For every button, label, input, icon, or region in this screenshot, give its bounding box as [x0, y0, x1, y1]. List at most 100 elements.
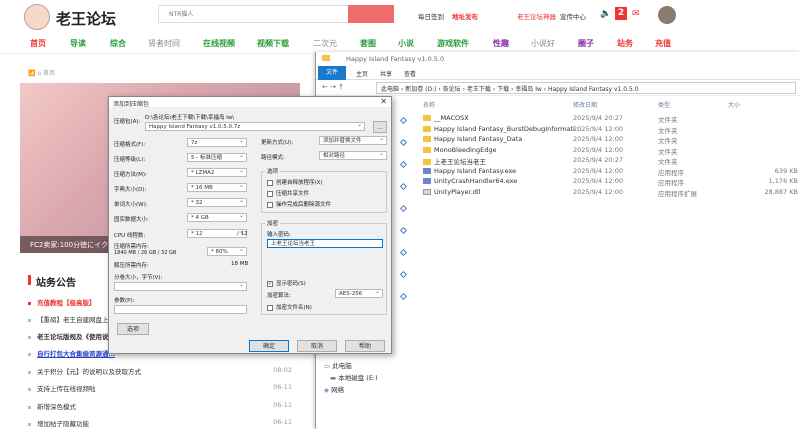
tab-file[interactable]: 文件 — [318, 66, 346, 80]
pin-icon[interactable] — [399, 270, 408, 279]
file-date: 2025/9/4 20:27 — [573, 156, 623, 164]
avatar[interactable] — [658, 6, 676, 24]
shared-checkbox[interactable]: 压缩共享文件 — [267, 189, 309, 197]
mem-pct-select[interactable]: * 80% — [207, 246, 247, 256]
pin-icon[interactable] — [399, 116, 408, 125]
address-link[interactable]: 地址发布 — [452, 11, 478, 21]
file-row[interactable]: __MACOSX 2025/9/4 20:27 文件夹 — [421, 114, 800, 125]
tree-item-disk-e[interactable]: ▬ 本地磁盘 (E:) — [324, 372, 414, 384]
search-button[interactable] — [348, 5, 394, 23]
news-item[interactable]: 增加帖子隐藏功能 06-11 — [28, 418, 292, 428]
checkin-link[interactable]: 每日签到 — [418, 11, 444, 21]
news-item[interactable]: 关于积分【元】的说明以及获取方式 08-02 — [28, 366, 292, 376]
file-row[interactable]: 上老王论坛当老王 2025/9/4 20:27 文件夹 — [421, 156, 800, 167]
file-date: 2025/9/4 12:00 — [573, 124, 623, 133]
promo-link[interactable]: 宣传中心 — [560, 11, 586, 21]
nav-general[interactable]: 综合 — [110, 38, 126, 49]
file-size: 639 KB — [774, 166, 798, 175]
col-size[interactable]: 大小 — [728, 100, 740, 109]
nav-recharge[interactable]: 充值 — [655, 38, 671, 49]
news-item[interactable]: 支持上传在线视频啦 06-11 — [28, 383, 292, 393]
options-button[interactable]: 选项 — [117, 323, 149, 335]
mail-icon[interactable]: ✉ — [632, 9, 640, 19]
nav-arrows-icon[interactable]: ← → ↑ — [322, 83, 344, 91]
field-select[interactable]: 7z — [187, 137, 247, 147]
nav-games[interactable]: 游戏软件 — [437, 38, 469, 49]
nav-novels[interactable]: 小说 — [398, 38, 414, 49]
logo-icon[interactable] — [24, 4, 50, 30]
pc-icon: ▭ — [324, 362, 333, 370]
tab-view[interactable]: 查看 — [404, 69, 416, 78]
tab-share[interactable]: 共享 — [380, 69, 392, 78]
encrypt-names-checkbox[interactable]: 加密文件名(N) — [267, 303, 312, 311]
col-date[interactable]: 修改日期 — [573, 100, 597, 109]
help-button[interactable]: 帮助 — [345, 340, 385, 352]
split-select[interactable] — [114, 281, 247, 291]
file-row[interactable]: UnityCrashHandler64.exe 2025/9/4 12:00 应用程… — [421, 177, 800, 188]
cancel-button[interactable]: 取消 — [297, 340, 337, 352]
field-select[interactable]: * 16 MB — [187, 182, 247, 192]
nav-video-download[interactable]: 视频下载 — [257, 38, 289, 49]
nav-home[interactable]: 首页 — [30, 38, 46, 49]
speaker-icon[interactable]: 🔈 — [600, 9, 611, 19]
file-type: 应用程序 — [658, 179, 684, 187]
pin-icon[interactable] — [399, 182, 408, 191]
sfx-checkbox[interactable]: 创建自释放程序(X) — [267, 178, 323, 186]
address-bar[interactable]: 此电脑 › 新加卷 (D:) › 各论坛 › 老王下载 › 下载 › 幸福岛 l… — [376, 82, 796, 94]
field-select[interactable]: 5 - 标准压缩 — [187, 152, 247, 162]
field-select[interactable]: * 32 — [187, 197, 247, 207]
file-date: 2025/9/4 20:27 — [573, 114, 623, 122]
breadcrumb-home[interactable]: 首页 — [43, 70, 55, 77]
nav-interest[interactable]: 性趣 — [493, 38, 509, 49]
update-select[interactable]: 添加并替换文件 — [319, 135, 387, 145]
delete-source-checkbox[interactable]: 操作完成后删除源文件 — [267, 200, 331, 208]
file-row[interactable]: UnityPlayer.dll 2025/9/4 12:00 应用程序扩展 28,88… — [421, 188, 800, 199]
browse-button[interactable]: ... — [373, 121, 387, 133]
close-icon[interactable]: ✕ — [380, 97, 387, 106]
nav-novel-good[interactable]: 小说好 — [531, 38, 555, 49]
file-row[interactable]: Happy Island Fantasy_Data 2025/9/4 12:00 文… — [421, 135, 800, 146]
nav-station[interactable]: 站务 — [617, 38, 633, 49]
pin-icon[interactable] — [399, 226, 408, 235]
site-logo-text[interactable]: 老王论坛 — [56, 8, 116, 29]
chart-icon: 📶 — [28, 70, 38, 77]
nav-anime[interactable]: 二次元 — [313, 38, 337, 49]
show-password-checkbox[interactable]: ✓ 显示密码(S) — [267, 279, 306, 287]
tree-item-network[interactable]: ◈ 网络 — [324, 384, 414, 396]
ok-button[interactable]: 确定 — [249, 340, 289, 352]
file-row[interactable]: MonoBleedingEdge 2025/9/4 12:00 文件夹 — [421, 146, 800, 157]
col-type[interactable]: 类型 — [658, 100, 670, 109]
news-title: 站务公告 — [36, 278, 76, 289]
file-name: __MACOSX — [434, 114, 469, 122]
nav-online-video[interactable]: 在线视频 — [203, 38, 235, 49]
nav-guide[interactable]: 导读 — [70, 38, 86, 49]
pin-icon[interactable] — [399, 248, 408, 257]
params-input[interactable] — [114, 305, 247, 314]
field-select[interactable]: * 4 GB — [187, 212, 247, 222]
file-row[interactable]: Happy Island Fantasy.exe 2025/9/4 12:00 应用… — [421, 167, 800, 178]
tree-item-pc[interactable]: ▭ 此电脑 — [324, 360, 414, 372]
news-item[interactable]: 新增深色模式 06-11 — [28, 401, 292, 411]
enc-method-select[interactable]: AES-256 — [335, 288, 383, 298]
add-to-archive-dialog: 添加到压缩包 ✕ 压缩包(A): D:\各论坛\老王下载\下载\幸福岛 lw\ … — [108, 96, 392, 354]
nav-circle[interactable]: 圈子 — [578, 38, 594, 49]
file-date: 2025/9/4 12:00 — [573, 187, 623, 196]
mem-label: 压缩所需内存: — [114, 244, 149, 250]
params-label: 参数(P): — [114, 298, 135, 304]
pin-icon[interactable] — [399, 292, 408, 301]
file-row[interactable]: Happy Island Fantasy_BurstDebugInformati… — [421, 125, 800, 136]
tool-link[interactable]: 老王论坛神器 — [517, 11, 556, 21]
nav-images[interactable]: 套图 — [360, 38, 376, 49]
tab-home[interactable]: 主页 — [356, 69, 368, 78]
field-select[interactable]: * LZMA2 — [187, 167, 247, 177]
pin-icon[interactable] — [399, 138, 408, 147]
pathmode-select[interactable]: 相对路径 — [319, 150, 387, 160]
pin-icon[interactable] — [399, 204, 408, 213]
search-input[interactable] — [158, 5, 348, 23]
pin-icon[interactable] — [399, 160, 408, 169]
col-name[interactable]: 名称 — [423, 100, 435, 109]
notification-badge[interactable]: 2 — [615, 7, 627, 20]
archive-name-input[interactable]: Happy Island Fantasy v1.0.5.0.7z — [145, 121, 365, 131]
password-input[interactable]: 上老王论坛当老王 — [267, 239, 383, 248]
nav-sage[interactable]: 贤者时间 — [148, 38, 180, 49]
